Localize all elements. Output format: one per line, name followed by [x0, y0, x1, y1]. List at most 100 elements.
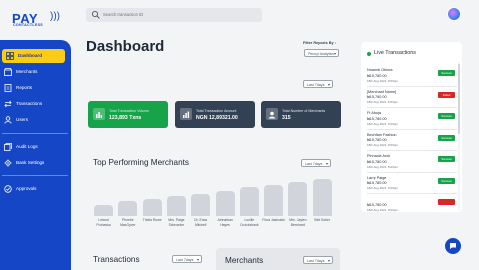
transactions-icon: [4, 100, 12, 108]
search-input[interactable]: Search transaction ID: [103, 12, 143, 17]
chevron-down-icon: ▾: [333, 51, 336, 56]
sidebar-item-approvals[interactable]: Approvals: [0, 182, 71, 196]
live-transaction-row[interactable]: Pinnacle Arch ₦15,780.00 18th Aug 2021, 8:…: [367, 152, 457, 174]
live-transaction-row[interactable]: Bechfam Fashion ₦15,780.00 18th Aug 2021, …: [367, 131, 457, 153]
chart-bar[interactable]: [312, 178, 332, 216]
top-bar: PAY ))) CONTACTLESS Search transaction I…: [0, 0, 479, 40]
status-badge: Success: [438, 134, 455, 141]
chart-bar[interactable]: [288, 181, 308, 216]
status-badge: Success: [438, 70, 455, 76]
stat-label: Total Transaction Amount: [196, 109, 237, 113]
sidebar-item-label: Approvals: [16, 186, 37, 191]
row-divider: [367, 150, 457, 151]
transaction-amount: ₦15,780.00: [367, 159, 387, 164]
period-value: Last 7days: [305, 161, 323, 166]
chart-bar[interactable]: [264, 184, 284, 216]
page-title: Dashboard: [86, 38, 165, 55]
sidebar-item-label: Audit Logs: [16, 144, 38, 149]
sidebar-item-reports[interactable]: Reports: [0, 81, 71, 95]
stat-card-merchants: Total Number of Merchants 315: [261, 101, 341, 128]
status-badge: Failed: [438, 91, 455, 98]
sidebar-item-users[interactable]: Users: [0, 113, 71, 127]
transaction-time: 18th Aug 2021, 8:00pm: [367, 121, 399, 126]
chart-category-label: Thelia Rowe: [142, 218, 162, 222]
chat-icon: [450, 243, 456, 249]
status-badge: Success: [438, 113, 455, 119]
brand-tagline: CONTACTLESS: [13, 23, 43, 27]
sidebar-item-bank-settings[interactable]: Bank Settings: [0, 156, 71, 170]
filter-value: Pencyl Analytics: [308, 51, 334, 56]
search-bar[interactable]: Search transaction ID: [86, 8, 262, 22]
live-transactions-panel: Live Transactions Nnamdi Obiora ₦15,780.0…: [361, 42, 462, 212]
stat-label: Total Number of Merchants: [282, 109, 326, 113]
filter-dropdown[interactable]: Pencyl Analytics ▾: [304, 49, 339, 57]
sidebar-item-label: Merchants: [16, 69, 38, 74]
stat-label: Total Transaction Volume: [109, 109, 150, 113]
sidebar-item-label: Dashboard: [18, 53, 42, 58]
chart-bar[interactable]: [94, 204, 113, 216]
live-transaction-row[interactable]: Ft Abuja ₦15,780.00 18th Aug 2021, 8:00pm S…: [367, 109, 457, 131]
transaction-merchant-name: Ft Abuja: [367, 111, 381, 115]
chevron-down-icon: ▾: [196, 257, 199, 262]
stat-card-volume: Total Transaction Volume 123,893 Txns: [88, 101, 168, 128]
transaction-time: 18th Aug 2021, 8:00pm: [367, 78, 399, 83]
chart-bar[interactable]: [239, 187, 259, 216]
chart-bar[interactable]: [191, 194, 211, 216]
chart-category-label: Johnathan Hayes: [217, 218, 233, 227]
top-merchants-period-dropdown[interactable]: Last 7days ▾: [301, 159, 331, 167]
period-dropdown[interactable]: Last 7days ▾: [303, 80, 333, 88]
dashboard-icon: [6, 52, 14, 60]
chart-category-label: Mrs. Jaylen Bernhard: [289, 218, 307, 227]
period-value: Last 7days: [307, 258, 325, 263]
volume-icon: [93, 108, 105, 120]
live-indicator-icon: [367, 51, 371, 56]
chart-bar[interactable]: [166, 196, 186, 216]
status-badge: Success: [438, 156, 455, 162]
row-divider: [367, 128, 457, 130]
period-value: Last 7days: [307, 82, 325, 87]
transactions-title: Transactions: [93, 255, 140, 264]
transaction-amount: ₦15,780.00: [367, 202, 387, 207]
sidebar-item-label: Reports: [16, 85, 33, 90]
chart-category-label: Lucille Cruickshank: [239, 218, 259, 227]
brand-logo[interactable]: PAY ))) CONTACTLESS: [12, 10, 60, 32]
row-divider: [367, 193, 457, 194]
transaction-time: 18th Aug 2021, 8:00pm: [367, 143, 399, 147]
live-transaction-row[interactable]: Nnamdi Obiora ₦15,780.00 18th Aug 2021, 8:…: [367, 66, 457, 88]
transaction-amount: ₦15,780.00: [367, 95, 387, 99]
chart-category-label: Leland Prohaska: [96, 218, 111, 227]
live-transactions-title: Live Transactions: [374, 50, 416, 56]
chevron-down-icon: ▾: [327, 258, 330, 263]
live-transaction-row[interactable]: [Merchant Name] ₦15,780.00 18th Aug 2021, …: [367, 88, 457, 110]
chart-bar[interactable]: [215, 191, 235, 216]
merchants-period-dropdown[interactable]: Last 7days ▾: [303, 256, 333, 264]
stat-value: 315: [282, 115, 291, 121]
contactless-icon: ))): [50, 11, 60, 22]
scrollbar-thumb[interactable]: [458, 64, 460, 134]
sidebar-item-label: Bank Settings: [16, 160, 45, 165]
chart-bar[interactable]: [142, 198, 162, 216]
sidebar-item-audit-logs[interactable]: Audit Logs: [0, 140, 71, 154]
transaction-amount: ₦15,780.00: [367, 138, 387, 142]
live-transaction-row[interactable]: Larry Paige ₦15,780.00 18th Aug 2021, 8:00…: [367, 174, 457, 196]
stat-value: 123,893 Txns: [109, 115, 142, 121]
live-transaction-row[interactable]: ₦15,780.00 18th Aug 2021, 8:00pm: [367, 195, 457, 212]
transaction-amount: ₦15,780.00: [367, 181, 387, 185]
sidebar-item-merchants[interactable]: Merchants: [0, 65, 71, 79]
merchants-count-icon: [266, 108, 278, 120]
transaction-time: 18th Aug 2021, 8:00pm: [367, 207, 399, 212]
transaction-time: 18th Aug 2021, 8:00pm: [367, 164, 399, 169]
transaction-merchant-name: Pinnacle Arch: [367, 154, 391, 158]
sidebar-item-transactions[interactable]: Transactions: [0, 97, 71, 111]
transaction-amount: ₦15,780.00: [367, 116, 387, 121]
sidebar-item-dashboard[interactable]: Dashboard: [2, 49, 65, 63]
transaction-merchant-name: Bechfam Fashion: [367, 132, 397, 137]
chart-category-label: Mrs. Paige Schroeder: [168, 218, 185, 227]
reports-icon: [4, 84, 12, 92]
avatar[interactable]: [447, 7, 461, 21]
amount-icon: [180, 108, 192, 120]
chart-bar[interactable]: [118, 200, 138, 216]
search-icon: [91, 10, 100, 19]
chat-button[interactable]: [445, 238, 461, 254]
transactions-period-dropdown[interactable]: Last 7days ▾: [172, 255, 202, 263]
